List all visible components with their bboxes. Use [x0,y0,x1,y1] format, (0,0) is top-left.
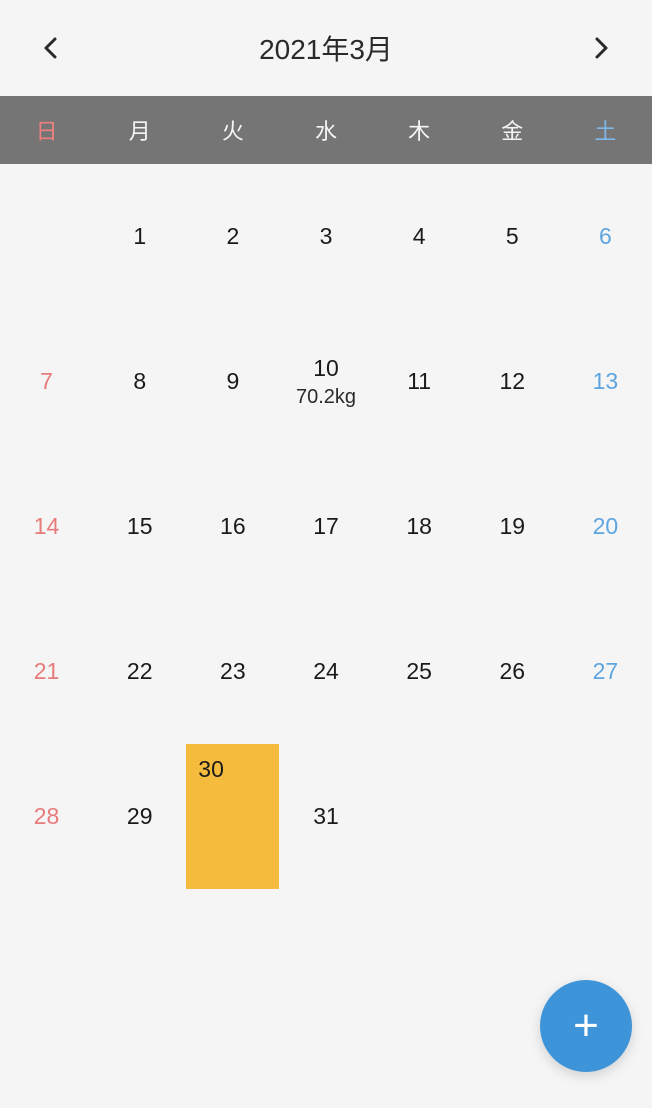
day-cell[interactable]: 12 [466,309,559,454]
day-number: 22 [127,658,153,685]
day-cell-empty [373,744,466,889]
day-cell[interactable]: 2 [186,164,279,309]
day-cell[interactable]: 27 [559,599,652,744]
day-cell[interactable]: 19 [466,454,559,599]
day-number: 4 [413,223,426,250]
day-note: 70.2kg [296,386,356,409]
day-number: 8 [133,368,146,395]
day-cell[interactable]: 21 [0,599,93,744]
day-number: 10 [313,355,339,382]
day-cell-empty [0,164,93,309]
day-cell[interactable]: 15 [93,454,186,599]
weekday-sunday: 日 [0,114,93,146]
day-cell[interactable]: 25 [373,599,466,744]
day-number: 27 [593,658,619,685]
day-cell[interactable]: 31 [279,744,372,889]
day-cell-empty [559,744,652,889]
day-number: 1 [133,223,146,250]
day-number: 19 [499,513,525,540]
day-cell-empty [466,744,559,889]
day-cell[interactable]: 30 [186,744,279,889]
day-number: 25 [406,658,432,685]
day-number: 31 [313,803,339,830]
day-cell[interactable]: 16 [186,454,279,599]
add-button[interactable]: + [540,980,632,1072]
day-number: 13 [593,368,619,395]
day-number: 3 [320,223,333,250]
day-cell[interactable]: 8 [93,309,186,454]
weekday-tuesday: 火 [186,114,279,146]
weekday-friday: 金 [466,114,559,146]
day-number: 2 [226,223,239,250]
calendar-header: 2021年3月 [0,0,652,96]
chevron-left-icon [43,37,57,59]
day-cell[interactable]: 18 [373,454,466,599]
weekday-monday: 月 [93,114,186,146]
day-number: 9 [226,368,239,395]
calendar-grid: 1234567891070.2kg11121314151617181920212… [0,164,652,889]
day-number: 14 [34,513,60,540]
weekday-thursday: 木 [373,114,466,146]
day-cell[interactable]: 1 [93,164,186,309]
day-cell[interactable]: 29 [93,744,186,889]
day-number: 29 [127,803,153,830]
day-cell[interactable]: 5 [466,164,559,309]
weekday-wednesday: 水 [279,114,372,146]
day-cell[interactable]: 24 [279,599,372,744]
day-number: 12 [499,368,525,395]
day-number: 23 [220,658,246,685]
day-cell[interactable]: 14 [0,454,93,599]
day-cell[interactable]: 7 [0,309,93,454]
next-month-button[interactable] [582,28,622,68]
prev-month-button[interactable] [30,28,70,68]
chevron-right-icon [595,37,609,59]
month-title: 2021年3月 [259,28,393,68]
day-number: 16 [220,513,246,540]
plus-icon: + [573,1004,599,1048]
weekday-header: 日 月 火 水 木 金 土 [0,96,652,164]
day-number: 28 [34,803,60,830]
day-cell[interactable]: 6 [559,164,652,309]
day-number: 26 [499,658,525,685]
day-cell[interactable]: 3 [279,164,372,309]
day-number: 11 [407,368,431,395]
day-number: 5 [506,223,519,250]
day-number: 30 [198,756,224,783]
day-cell[interactable]: 17 [279,454,372,599]
day-cell[interactable]: 13 [559,309,652,454]
day-cell[interactable]: 9 [186,309,279,454]
day-cell[interactable]: 11 [373,309,466,454]
day-cell[interactable]: 4 [373,164,466,309]
day-number: 18 [406,513,432,540]
day-cell[interactable]: 22 [93,599,186,744]
day-number: 17 [313,513,339,540]
weekday-saturday: 土 [559,114,652,146]
day-number: 24 [313,658,339,685]
day-number: 15 [127,513,153,540]
day-cell[interactable]: 20 [559,454,652,599]
day-number: 6 [599,223,612,250]
day-number: 7 [40,368,53,395]
day-number: 20 [593,513,619,540]
day-number: 21 [34,658,60,685]
day-cell[interactable]: 28 [0,744,93,889]
day-cell[interactable]: 10 70.2kg [279,309,372,454]
day-cell[interactable]: 23 [186,599,279,744]
day-cell[interactable]: 26 [466,599,559,744]
